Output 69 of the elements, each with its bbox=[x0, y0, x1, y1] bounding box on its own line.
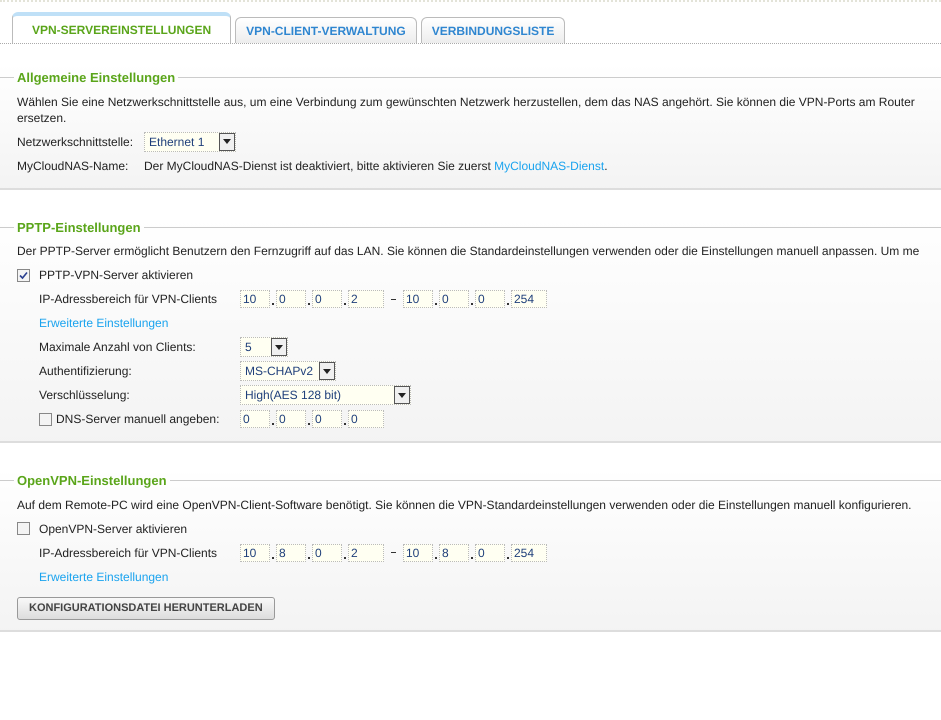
checkbox-label: OpenVPN-Server aktivieren bbox=[39, 520, 188, 538]
dot-separator-icon bbox=[344, 423, 346, 425]
dot-separator-icon bbox=[272, 303, 274, 305]
dot-separator-icon bbox=[272, 423, 274, 425]
ip-octet-field[interactable]: 254 bbox=[511, 544, 547, 562]
dot-separator-icon bbox=[507, 556, 509, 558]
dot-separator-icon bbox=[344, 303, 346, 305]
field-label: Maximale Anzahl von Clients: bbox=[39, 339, 197, 356]
dot-separator-icon bbox=[471, 556, 473, 558]
field-label: Authentifizierung: bbox=[39, 363, 133, 380]
section-heading: PPTP-Einstellungen bbox=[16, 218, 142, 237]
ip-octet-field[interactable]: 0 bbox=[475, 544, 505, 562]
dot-separator-icon bbox=[435, 556, 437, 558]
ip-octet-field[interactable]: 10 bbox=[240, 544, 270, 562]
dropdown-caret-icon[interactable] bbox=[219, 132, 235, 150]
tab[interactable]: VERBINDUNGSLISTE bbox=[420, 17, 566, 43]
ip-octet-field[interactable]: 0 bbox=[276, 290, 306, 308]
dot-separator-icon bbox=[308, 556, 310, 558]
field-label: Verschlüsselung: bbox=[39, 387, 131, 404]
ip-octet-field[interactable]: 0 bbox=[312, 410, 342, 428]
ip-octet-field[interactable]: 254 bbox=[511, 290, 547, 308]
field-label: IP-Adressbereich für VPN-Clients bbox=[39, 291, 218, 308]
dropdown[interactable]: 5 bbox=[240, 337, 288, 357]
section-heading: OpenVPN-Einstellungen bbox=[16, 472, 168, 490]
tab[interactable]: VPN-CLIENT-VERWALTUNG bbox=[235, 17, 417, 43]
ip-octet-field[interactable]: 0 bbox=[312, 544, 342, 562]
dot-separator-icon bbox=[308, 423, 310, 425]
ip-octet-field[interactable]: 10 bbox=[403, 290, 433, 308]
ip-octet-field[interactable]: 10 bbox=[240, 290, 270, 308]
checkbox[interactable] bbox=[17, 268, 30, 282]
description-text: Wählen Sie eine Netzwerkschnittstelle aus, um eine Verbindung zum gewünschten Netzwerk herzustellen, dem das NAS angehört. Sie können die VPN-Ports am Router bbox=[17, 94, 915, 110]
checkbox-label: DNS-Server manuell angeben: bbox=[56, 411, 220, 428]
range-dash-icon bbox=[391, 552, 396, 553]
dot-separator-icon bbox=[471, 303, 473, 305]
dropdown[interactable]: Ethernet 1 bbox=[144, 132, 236, 152]
ip-octet-field[interactable]: 0 bbox=[240, 410, 270, 428]
section-heading: Allgemeine Einstellungen bbox=[16, 69, 176, 87]
ip-octet-field[interactable]: 0 bbox=[276, 410, 306, 428]
ip-octet-field[interactable]: 0 bbox=[439, 290, 469, 308]
ip-octet-field[interactable]: 0 bbox=[312, 290, 342, 308]
field-label: MyCloudNAS-Name: bbox=[17, 158, 130, 174]
dropdown-caret-icon[interactable] bbox=[394, 386, 410, 404]
download-config-button[interactable]: KONFIGURATIONSDATEI HERUNTERLADEN bbox=[17, 596, 275, 620]
ip-octet-field[interactable]: 0 bbox=[475, 290, 505, 308]
status-message: Der MyCloudNAS-Dienst ist deaktiviert, bitte aktivieren Sie zuerst MyCloudNAS-Dienst. bbox=[144, 158, 608, 174]
range-dash-icon bbox=[391, 298, 396, 300]
checkbox[interactable] bbox=[39, 412, 52, 426]
field-label: Netzwerkschnittstelle: bbox=[17, 134, 134, 150]
dropdown[interactable]: MS-CHAPv2 bbox=[240, 361, 336, 381]
checkbox-label: PPTP-VPN-Server aktivieren bbox=[39, 267, 194, 284]
dot-separator-icon bbox=[272, 556, 274, 558]
ip-octet-field[interactable]: 8 bbox=[276, 544, 306, 562]
dropdown-caret-icon[interactable] bbox=[319, 362, 335, 380]
ip-octet-field[interactable]: 0 bbox=[348, 410, 384, 428]
field-label: IP-Adressbereich für VPN-Clients bbox=[39, 544, 218, 562]
description-text: Auf dem Remote-PC wird eine OpenVPN-Client-Software benötigt. Sie können die VPN-Standardeinstellungen verwenden oder die Einstellungen manuell konfigurieren. bbox=[17, 496, 912, 512]
description-text: ersetzen. bbox=[17, 110, 66, 126]
dropdown[interactable]: High(AES 128 bit) bbox=[240, 385, 411, 405]
ip-octet-field[interactable]: 8 bbox=[439, 544, 469, 562]
dropdown-caret-icon[interactable] bbox=[271, 338, 287, 356]
ip-octet-field[interactable]: 2 bbox=[348, 290, 384, 308]
description-text: Der PPTP-Server ermöglicht Benutzern den Fernzugriff auf das LAN. Sie können die Standardeinstellungen verwenden oder die Einstellungen manuell anpassen. Um me bbox=[17, 243, 920, 259]
dot-separator-icon bbox=[344, 556, 346, 558]
ip-octet-field[interactable]: 2 bbox=[348, 544, 384, 562]
dot-separator-icon bbox=[435, 303, 437, 305]
checkbox[interactable] bbox=[17, 522, 30, 535]
dot-separator-icon bbox=[507, 303, 509, 305]
ip-octet-field[interactable]: 10 bbox=[403, 544, 433, 562]
dot-separator-icon bbox=[308, 303, 310, 305]
